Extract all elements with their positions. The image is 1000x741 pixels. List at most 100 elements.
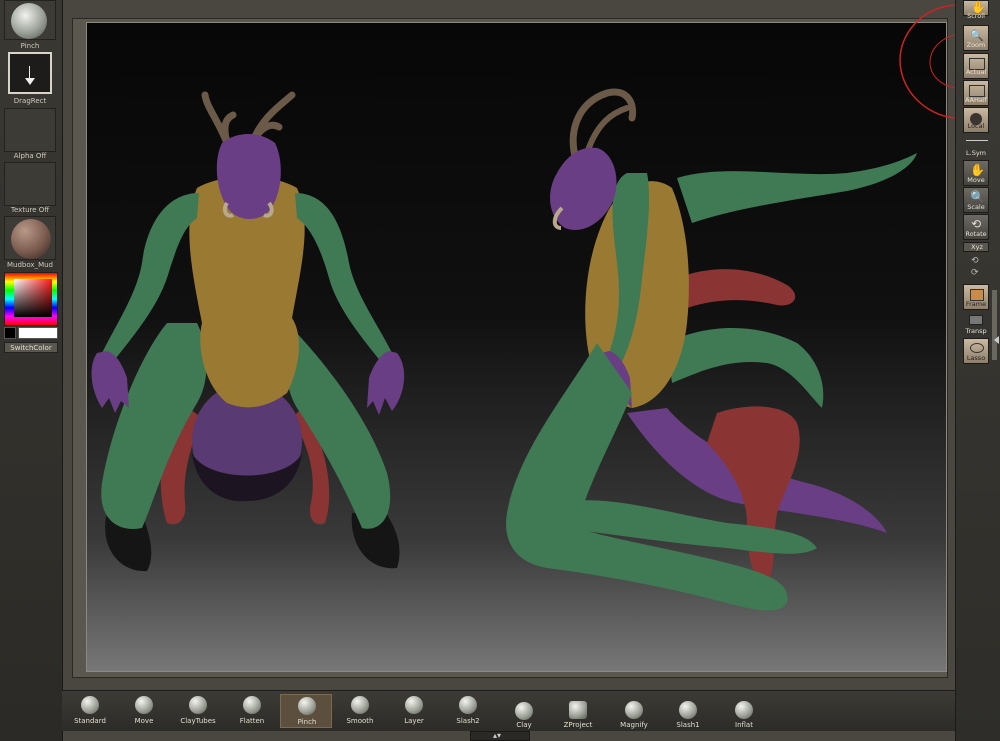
xyz-button[interactable]: Xyz: [963, 242, 989, 252]
shelf-scrollbar[interactable]: [992, 290, 997, 360]
brush-pinch[interactable]: Pinch: [280, 694, 332, 728]
brush-slash2[interactable]: Slash2: [442, 694, 494, 728]
creature-side-view: [506, 88, 917, 611]
side-tentacle-top: [677, 153, 917, 223]
brush-flatten[interactable]: Flatten: [226, 694, 278, 728]
chevron-up-icon: ▴▾: [493, 731, 502, 740]
inflat-brush-icon: [735, 701, 753, 719]
lasso-label: Lasso: [966, 354, 986, 362]
smooth-brush-icon: [351, 696, 369, 714]
front-hand-left: [91, 351, 129, 413]
stroke-thumbnail[interactable]: [8, 52, 52, 94]
layer-brush-icon: [405, 696, 423, 714]
brush-label: ZProject: [563, 721, 593, 729]
left-tray: Pinch DragRect Alpha Off Texture Off Mud…: [0, 0, 63, 741]
side-tentacle-red: [677, 269, 796, 308]
saturation-square[interactable]: [14, 279, 52, 317]
brush-label: Slash2: [456, 717, 480, 725]
move-label: Move: [967, 176, 985, 184]
alpha-label: Alpha Off: [13, 152, 47, 160]
texture-label: Texture Off: [10, 206, 50, 214]
transp-label: Transp: [965, 327, 987, 335]
move-brush-icon: [135, 696, 153, 714]
lasso-icon: [970, 343, 984, 353]
side-antler-2: [584, 105, 630, 156]
pinch-brush-icon: [298, 697, 316, 715]
zproject-brush-icon: [569, 701, 587, 719]
brush-label: Move: [134, 717, 154, 725]
right-shelf: ✋ Scroll 🔍 Zoom Actual AAHalf Local L.Sy…: [955, 0, 1000, 741]
scale-label: Scale: [967, 203, 985, 211]
arrow-head: [25, 78, 35, 85]
brush-thumbnail[interactable]: [4, 0, 56, 40]
scale-icon: 🔍: [970, 190, 985, 204]
material-sphere-icon: [11, 219, 51, 259]
brush-claytubes[interactable]: ClayTubes: [172, 694, 224, 728]
switch-color-button[interactable]: SwitchColor: [4, 342, 58, 353]
brush-clay[interactable]: Clay: [498, 694, 550, 729]
local-label: Local: [967, 122, 985, 130]
pinch-brush-icon: [11, 3, 47, 39]
alpha-thumbnail[interactable]: [4, 108, 56, 152]
collapse-arrow-icon[interactable]: [994, 336, 999, 344]
brush-label: Smooth: [346, 717, 374, 725]
slash1-brush-icon: [679, 701, 697, 719]
brush-label: ClayTubes: [180, 717, 216, 725]
material-thumbnail[interactable]: [4, 216, 56, 260]
scroll-label: Scroll: [967, 12, 985, 20]
brush-inflat[interactable]: Inflat: [718, 694, 770, 729]
brush-move[interactable]: Move: [118, 694, 170, 728]
front-arm-right: [295, 193, 392, 363]
small-rotate-icon-2[interactable]: ⟳: [971, 268, 979, 278]
brush-label: Clay: [516, 721, 532, 729]
color-swatch-secondary[interactable]: [18, 327, 58, 339]
standard-brush-icon: [81, 696, 99, 714]
front-hand-right: [367, 351, 405, 415]
transp-button[interactable]: [963, 313, 989, 327]
brush-label: Pinch: [297, 718, 317, 726]
lsym-label: L.Sym: [966, 149, 986, 157]
brush-zproject[interactable]: ZProject: [552, 694, 604, 729]
brush-standard[interactable]: Standard: [64, 694, 116, 728]
texture-thumbnail[interactable]: [4, 162, 56, 206]
brush-label: Pinch: [20, 42, 40, 50]
slash2-brush-icon: [459, 696, 477, 714]
rotate-icon: ⟲: [971, 217, 982, 231]
brush-label: Layer: [404, 717, 424, 725]
frame-label: Frame: [965, 300, 987, 308]
flatten-brush-icon: [243, 696, 261, 714]
actual-label: Actual: [965, 68, 987, 76]
claytubes-brush-icon: [189, 696, 207, 714]
brush-smooth[interactable]: Smooth: [334, 694, 386, 728]
clay-brush-icon: [515, 702, 533, 720]
antler-left: [201, 91, 237, 147]
material-label: Mudbox_Mud: [7, 261, 53, 269]
sculpt-viewport: [91, 88, 917, 611]
rotation-gizmo: [899, 4, 955, 119]
document-canvas[interactable]: [86, 22, 947, 672]
brush-magnify[interactable]: Magnify: [608, 694, 660, 729]
aahalf-label: AAHalf: [964, 96, 988, 104]
side-tentacle-mid: [667, 328, 824, 408]
shelf-toggle-handle[interactable]: ▴▾: [470, 731, 530, 741]
color-picker[interactable]: [4, 272, 58, 326]
creature-front-view: [91, 91, 405, 572]
magnify-brush-icon: [625, 701, 643, 719]
zoom-label: Zoom: [966, 41, 986, 49]
brush-label: Flatten: [239, 717, 265, 725]
xyz-label: Xyz: [971, 243, 983, 251]
brush-label: Inflat: [735, 721, 753, 729]
brush-label: Slash1: [676, 721, 700, 729]
small-rotate-icon-1[interactable]: ⟲: [971, 256, 979, 266]
stroke-label: DragRect: [13, 97, 47, 105]
brush-layer[interactable]: Layer: [388, 694, 440, 728]
brush-label: Standard: [74, 717, 106, 725]
color-swatch-main[interactable]: [4, 327, 16, 339]
transp-icon: [969, 315, 983, 325]
brush-shelf: Standard Move ClayTubes Flatten Pinch Sm…: [62, 690, 955, 731]
symmetry-icon[interactable]: [966, 140, 988, 149]
brush-label: Magnify: [620, 721, 648, 729]
rotate-label: Rotate: [965, 230, 987, 238]
move-icon: ✋: [970, 163, 985, 177]
brush-slash1[interactable]: Slash1: [662, 694, 714, 729]
